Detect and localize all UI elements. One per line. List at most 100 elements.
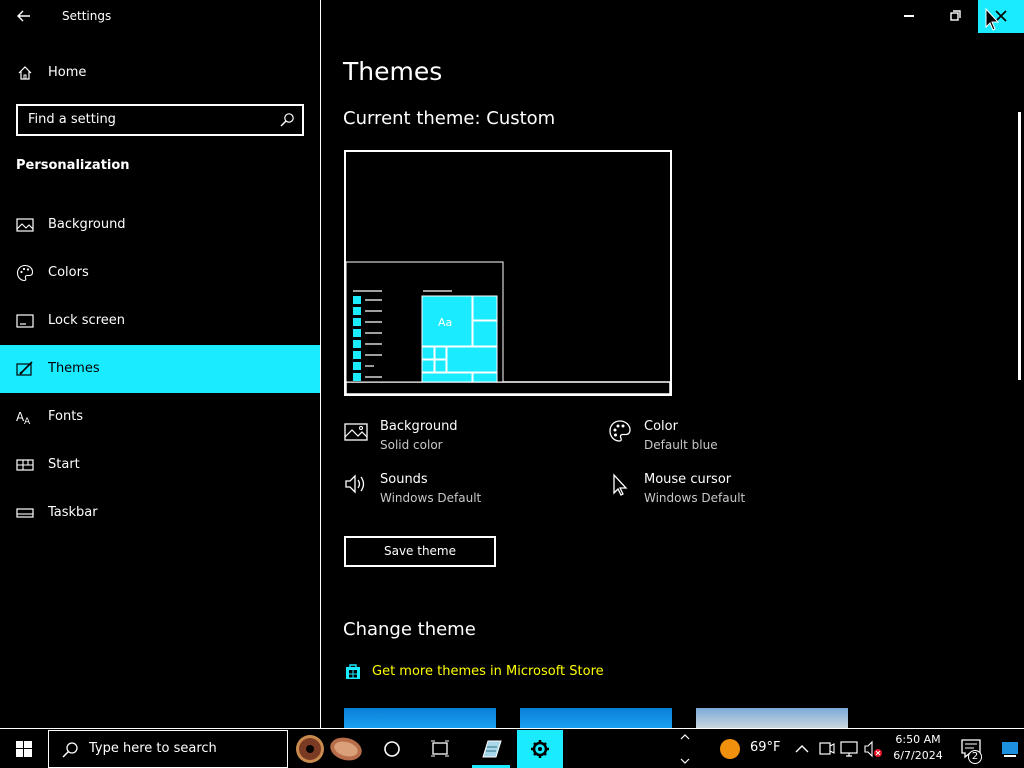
home-icon: [18, 66, 32, 80]
find-setting-input[interactable]: Find a setting: [16, 104, 304, 136]
attr-value: Default blue: [644, 438, 718, 452]
chevron-up-down-icon: [680, 734, 690, 764]
theme-background-link[interactable]: Background Solid color: [344, 419, 584, 459]
sidebar-item-label: Colors: [48, 265, 89, 280]
theme-thumbnail[interactable]: [696, 708, 848, 728]
sidebar-item-lock-screen[interactable]: Lock screen: [0, 297, 320, 345]
cortana-button[interactable]: [370, 729, 414, 768]
taskbar-search-placeholder: Type here to search: [89, 741, 217, 756]
cortana-circle-icon: [384, 741, 400, 757]
sidebar-item-label: Themes: [48, 361, 100, 376]
palette-icon: [16, 264, 34, 282]
store-link-label: Get more themes in Microsoft Store: [372, 664, 604, 679]
show-desktop-button[interactable]: [998, 729, 1024, 768]
picture-icon: [16, 218, 34, 232]
search-icon: [62, 742, 78, 758]
sidebar-item-label: Start: [48, 457, 80, 472]
search-highlight-image[interactable]: [290, 729, 366, 768]
weather-widget[interactable]: 69°F: [712, 729, 796, 768]
section-title-personalization: Personalization: [16, 158, 130, 173]
attr-title: Mouse cursor: [644, 472, 732, 487]
notepad-app-icon: [482, 740, 502, 758]
back-arrow-icon: [17, 10, 30, 22]
home-label: Home: [48, 65, 87, 80]
taskbar-app-settings[interactable]: [517, 730, 563, 768]
task-view-icon: [431, 740, 449, 757]
page-title: Themes: [343, 57, 443, 86]
fonts-icon: A A: [16, 410, 31, 426]
tray-volume[interactable]: [862, 729, 884, 768]
attr-value: Solid color: [380, 438, 443, 452]
network-icon: [840, 741, 858, 757]
speaker-muted-icon: [864, 740, 882, 758]
sun-weather-icon: [720, 739, 740, 759]
back-button[interactable]: [14, 6, 34, 26]
current-theme-heading: Current theme: Custom: [343, 108, 556, 129]
theme-mouse-cursor-link[interactable]: Mouse cursor Windows Default: [608, 472, 848, 512]
picture-icon: [344, 423, 368, 441]
search-icon: [280, 113, 294, 127]
title-bar: Settings: [0, 0, 320, 33]
donut-pastry-icon: [296, 735, 362, 763]
camera-icon: [819, 742, 835, 755]
theme-sounds-link[interactable]: Sounds Windows Default: [344, 472, 584, 512]
theme-thumbnail[interactable]: [520, 708, 672, 728]
taskbar-search-box[interactable]: Type here to search: [48, 730, 288, 768]
task-view-button[interactable]: [418, 729, 462, 768]
sidebar-item-label: Lock screen: [48, 313, 125, 328]
save-theme-button[interactable]: Save theme: [344, 536, 496, 567]
windows-logo-icon: [16, 741, 32, 757]
taskbar-scroll-arrows[interactable]: [676, 729, 694, 768]
minimize-icon: [904, 15, 914, 17]
sidebar-item-themes[interactable]: Themes: [0, 345, 320, 393]
clock-date: 6/7/2024: [893, 749, 943, 762]
store-bag-icon: [346, 664, 360, 679]
restore-button[interactable]: [932, 0, 978, 33]
restore-icon: [950, 10, 961, 21]
sidebar-item-start[interactable]: Start: [0, 441, 320, 489]
attr-value: Windows Default: [644, 491, 746, 505]
pane-divider: [320, 0, 321, 728]
settings-gear-icon: [531, 740, 549, 758]
app-title: Settings: [62, 9, 112, 23]
settings-sidebar: Settings Home Find a setting Personaliza…: [0, 0, 320, 728]
taskbar-app-notepad[interactable]: [468, 729, 514, 768]
tray-network[interactable]: [838, 729, 860, 768]
start-icon: [16, 459, 34, 471]
minimize-button[interactable]: [886, 0, 932, 33]
close-button[interactable]: [978, 0, 1024, 33]
preview-sample-text: Aa: [438, 316, 452, 329]
attr-title: Sounds: [380, 472, 428, 487]
notification-count-badge: 2: [968, 750, 982, 764]
mouse-pointer-icon: [985, 7, 1000, 31]
desktop-icon: [1002, 742, 1018, 757]
attr-value: Windows Default: [380, 491, 482, 505]
attr-title: Color: [644, 419, 678, 434]
theme-thumbnail[interactable]: [344, 708, 496, 728]
mouse-cursor-icon: [613, 473, 628, 496]
sidebar-item-background[interactable]: Background: [0, 201, 320, 249]
start-button[interactable]: [0, 729, 48, 768]
sidebar-item-taskbar[interactable]: Taskbar: [0, 489, 320, 537]
themes-brush-icon: [16, 361, 33, 376]
sidebar-item-home[interactable]: Home: [0, 56, 320, 90]
sidebar-item-fonts[interactable]: A A Fonts: [0, 393, 320, 441]
taskbar: Type here to search 69°F 6:50 AM 6/7/202…: [0, 728, 1024, 768]
sidebar-item-label: Fonts: [48, 409, 84, 424]
speaker-icon: [345, 474, 365, 494]
attr-title: Background: [380, 419, 458, 434]
show-hidden-icons-button[interactable]: [792, 729, 812, 768]
change-theme-heading: Change theme: [343, 619, 476, 640]
find-setting-placeholder: Find a setting: [28, 112, 116, 127]
sidebar-item-colors[interactable]: Colors: [0, 249, 320, 297]
clock-time: 6:50 AM: [895, 733, 941, 746]
taskbar-clock[interactable]: 6:50 AM 6/7/2024: [888, 732, 948, 764]
theme-preview: Aa: [344, 150, 672, 396]
weather-temperature: 69°F: [750, 740, 781, 755]
taskbar-icon: [16, 508, 34, 518]
lock-screen-icon: [16, 314, 34, 328]
content-scrollbar[interactable]: [1018, 112, 1021, 380]
tray-meet-now[interactable]: [816, 729, 836, 768]
sidebar-item-label: Taskbar: [48, 505, 98, 520]
theme-color-link[interactable]: Color Default blue: [608, 419, 848, 459]
